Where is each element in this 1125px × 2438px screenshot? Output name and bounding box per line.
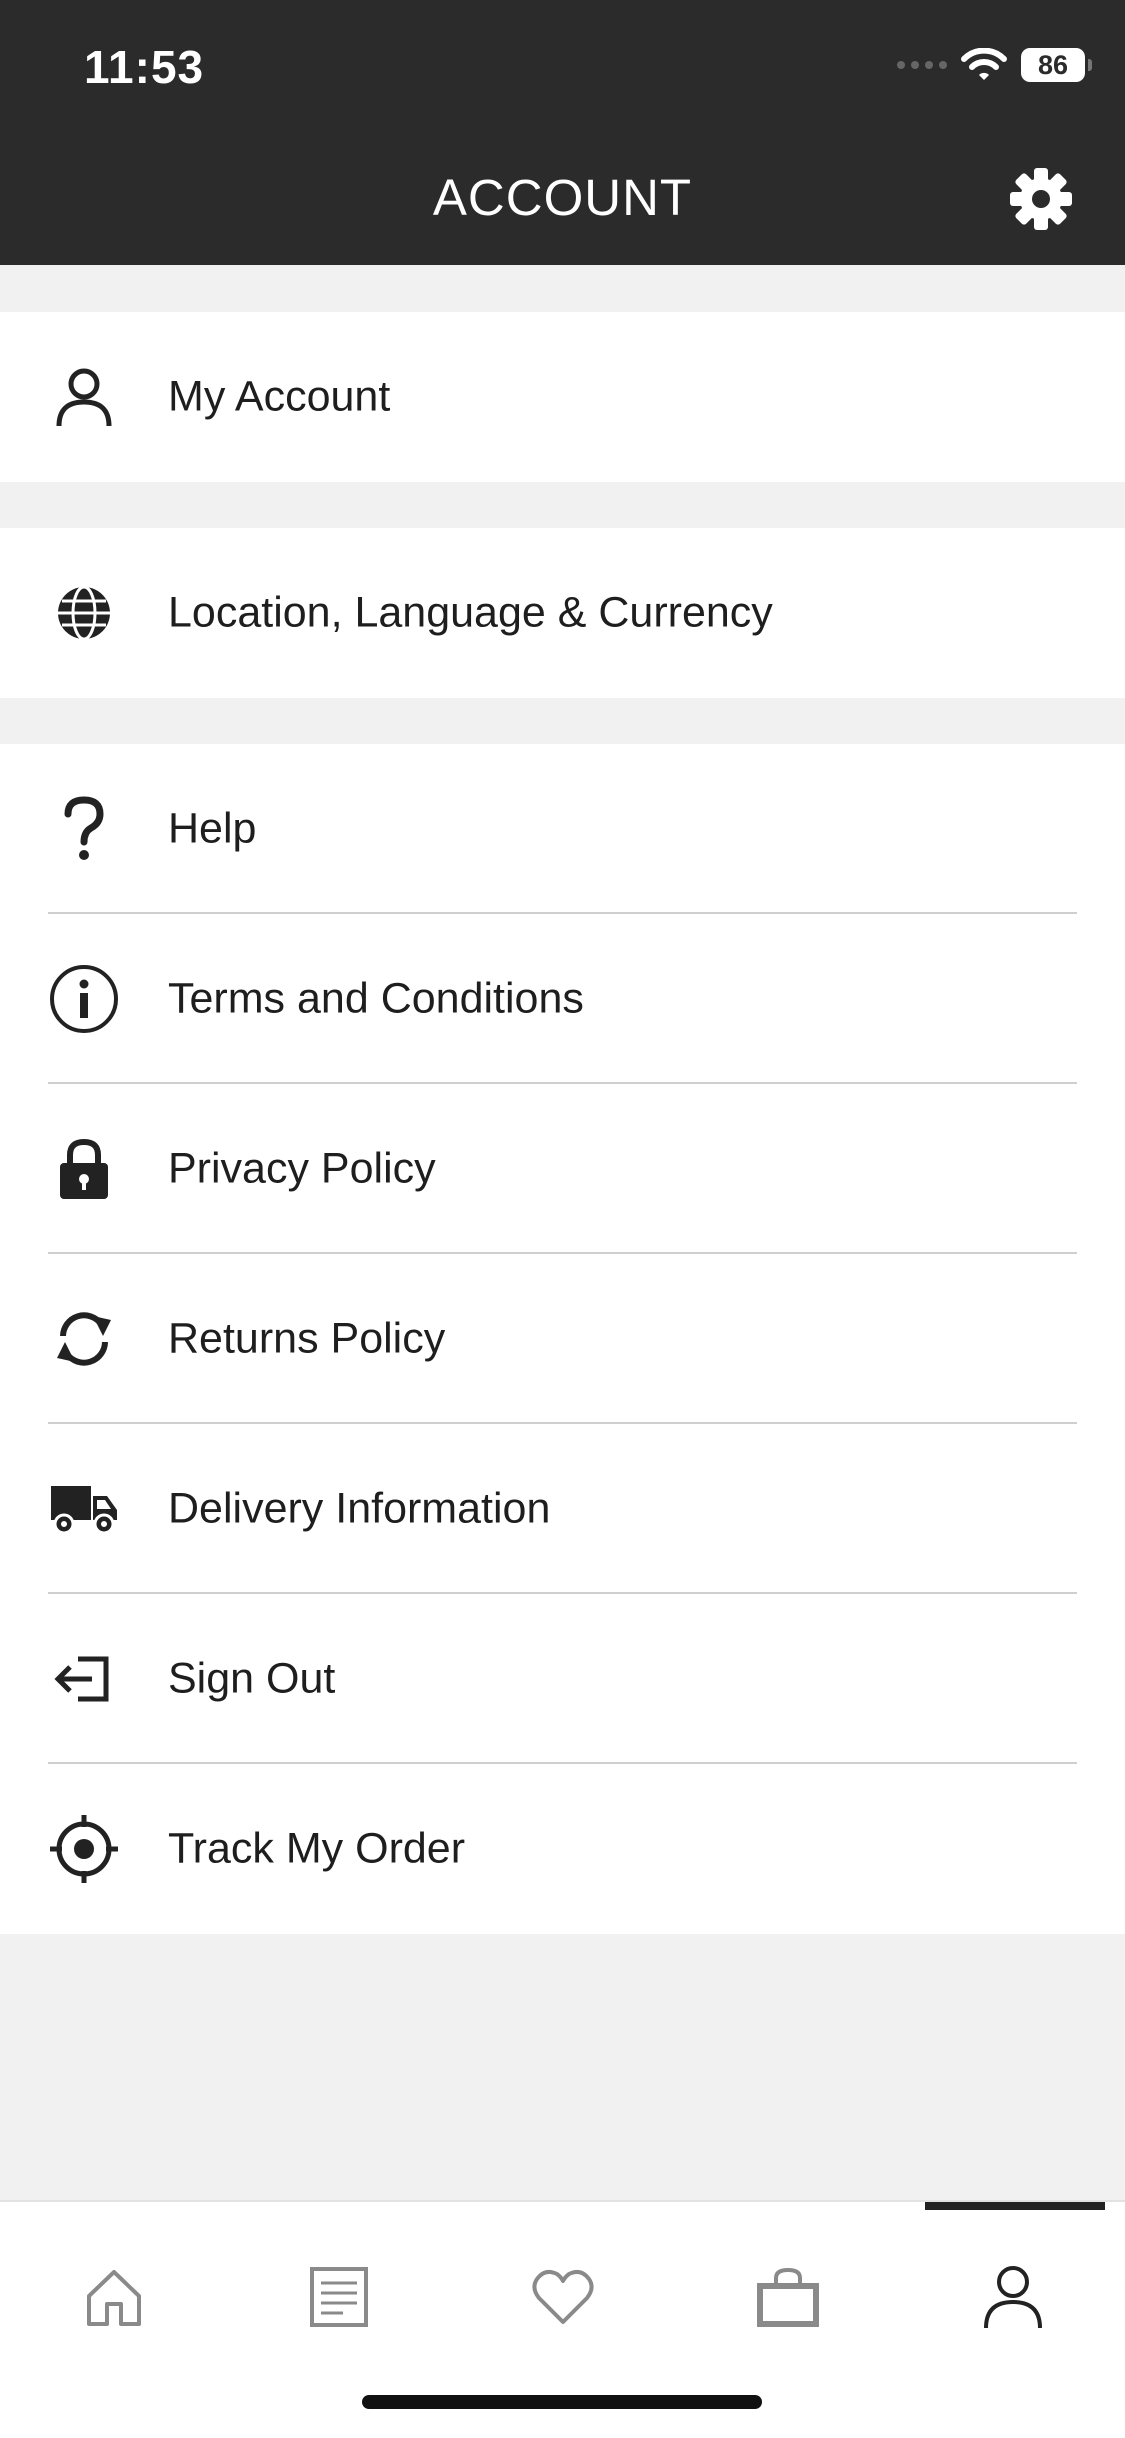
tab-catalog[interactable] — [294, 2252, 384, 2342]
page-title: ACCOUNT — [432, 169, 693, 226]
tab-wishlist[interactable] — [518, 2252, 608, 2342]
status-indicators: 86 — [897, 48, 1092, 82]
gear-icon[interactable] — [1008, 166, 1074, 232]
active-tab-indicator — [925, 2202, 1105, 2210]
sign-out-icon — [48, 1643, 120, 1715]
tab-bag[interactable] — [743, 2252, 833, 2342]
lock-icon — [48, 1133, 120, 1205]
bag-icon — [757, 2267, 819, 2327]
menu-item-label: Terms and Conditions — [168, 974, 584, 1023]
menu-item-label: My Account — [168, 372, 391, 421]
info-icon — [48, 963, 120, 1035]
menu-item-help[interactable]: Help — [0, 744, 1125, 914]
account-icon — [984, 2266, 1042, 2329]
menu-item-label: Delivery Information — [168, 1484, 551, 1533]
menu-item-location[interactable]: Location, Language & Currency — [0, 528, 1125, 698]
menu-item-delivery[interactable]: Delivery Information — [0, 1424, 1125, 1594]
menu-item-label: Sign Out — [168, 1654, 336, 1703]
refresh-icon — [48, 1303, 120, 1375]
home-icon — [87, 2270, 141, 2326]
header-bar: 11:53 86 ACCOUNT — [0, 0, 1125, 265]
menu-item-returns[interactable]: Returns Policy — [0, 1254, 1125, 1424]
catalog-icon — [310, 2267, 368, 2327]
menu-item-label: Returns Policy — [168, 1314, 446, 1363]
menu-item-terms[interactable]: Terms and Conditions — [0, 914, 1125, 1084]
user-icon — [48, 361, 120, 433]
battery-icon: 86 — [1021, 48, 1092, 82]
account-section: My Account — [0, 312, 1125, 482]
menu-item-label: Location, Language & Currency — [168, 588, 773, 637]
crosshair-icon — [48, 1813, 120, 1885]
menu-item-label: Help — [168, 804, 257, 853]
tab-account[interactable] — [968, 2252, 1058, 2342]
tab-home[interactable] — [69, 2252, 159, 2342]
heart-icon — [532, 2269, 594, 2324]
truck-icon — [48, 1473, 120, 1545]
menu-item-label: Privacy Policy — [168, 1144, 436, 1193]
menu-item-label: Track My Order — [168, 1824, 466, 1873]
menu-item-privacy[interactable]: Privacy Policy — [0, 1084, 1125, 1254]
info-section: Help Terms and Conditions Privacy Policy… — [0, 744, 1125, 1934]
menu-item-sign-out[interactable]: Sign Out — [0, 1594, 1125, 1764]
locale-section: Location, Language & Currency — [0, 528, 1125, 698]
home-indicator[interactable] — [362, 2395, 762, 2409]
status-time: 11:53 — [84, 41, 205, 93]
wifi-icon — [961, 48, 1007, 80]
globe-icon — [48, 577, 120, 649]
cellular-signal-icon — [897, 61, 947, 69]
menu-item-my-account[interactable]: My Account — [0, 312, 1125, 482]
question-icon — [48, 793, 120, 865]
menu-item-track-order[interactable]: Track My Order — [0, 1764, 1125, 1934]
